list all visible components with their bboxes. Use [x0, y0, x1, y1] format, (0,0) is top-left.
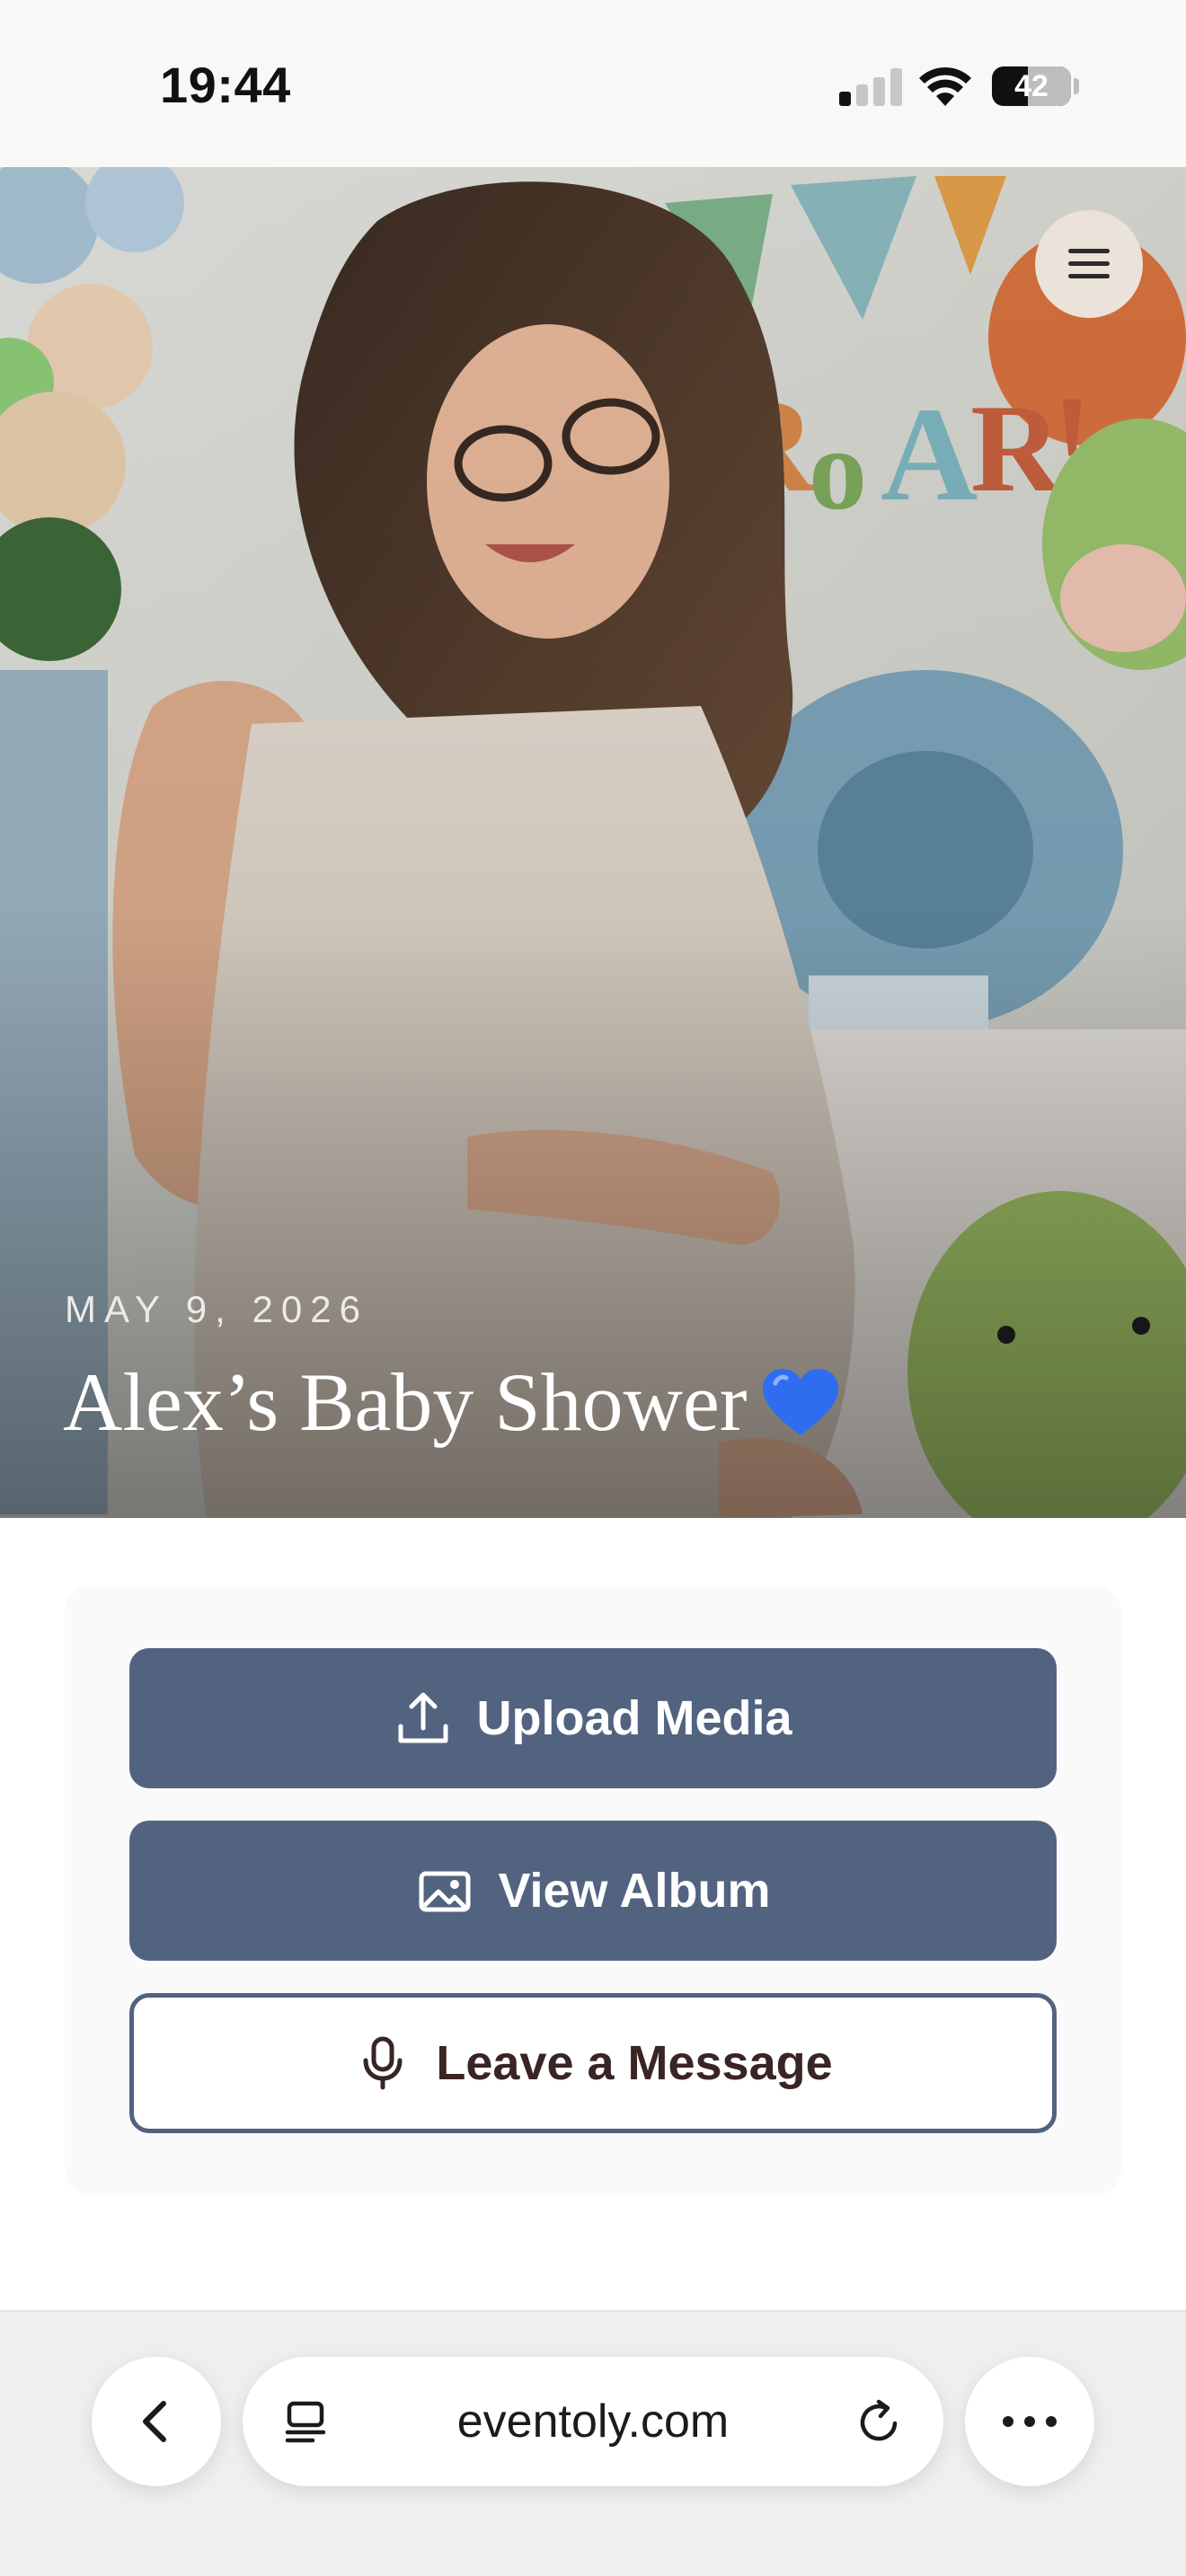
back-button[interactable] [92, 2357, 221, 2486]
page: 19:44 42 MAY 9, 2026 Alex’s Baby Shower … [0, 0, 1186, 2576]
leave-message-label: Leave a Message [436, 2036, 833, 2090]
battery-icon: 42 [992, 66, 1071, 106]
event-title: Alex’s Baby Shower [63, 1354, 840, 1450]
hamburger-menu-icon [1068, 249, 1110, 279]
view-album-label: View Album [498, 1864, 771, 1918]
url-text: eventoly.com [456, 2395, 730, 2448]
browser-toolbar: eventoly.com [0, 2310, 1186, 2576]
status-bar: 19:44 42 [0, 0, 1186, 167]
chevron-left-icon [143, 2401, 166, 2442]
menu-button[interactable] [1035, 210, 1143, 318]
microphone-icon [363, 2036, 403, 2090]
reload-icon[interactable] [854, 2396, 904, 2447]
event-date: MAY 9, 2026 [65, 1288, 368, 1330]
event-title-text: Alex’s Baby Shower [63, 1356, 748, 1448]
battery-nub [1074, 78, 1079, 94]
actions-card: Upload Media View Album Leave a Message [65, 1585, 1121, 2196]
wifi-icon [919, 66, 971, 106]
battery-level: 42 [1014, 68, 1049, 103]
view-album-button[interactable]: View Album [129, 1821, 1057, 1961]
upload-media-label: Upload Media [476, 1691, 792, 1745]
blue-heart-icon [763, 1369, 839, 1435]
hero-section: R o A R ! [0, 167, 1186, 1518]
address-bar[interactable]: eventoly.com [243, 2357, 943, 2486]
upload-icon [398, 1692, 448, 1743]
status-time: 19:44 [160, 57, 291, 113]
more-dots-icon [1003, 2416, 1057, 2427]
image-icon [419, 1871, 471, 1912]
cellular-signal-icon [839, 68, 902, 106]
upload-media-button[interactable]: Upload Media [129, 1648, 1057, 1788]
more-button[interactable] [965, 2357, 1094, 2486]
leave-message-button[interactable]: Leave a Message [129, 1993, 1057, 2133]
